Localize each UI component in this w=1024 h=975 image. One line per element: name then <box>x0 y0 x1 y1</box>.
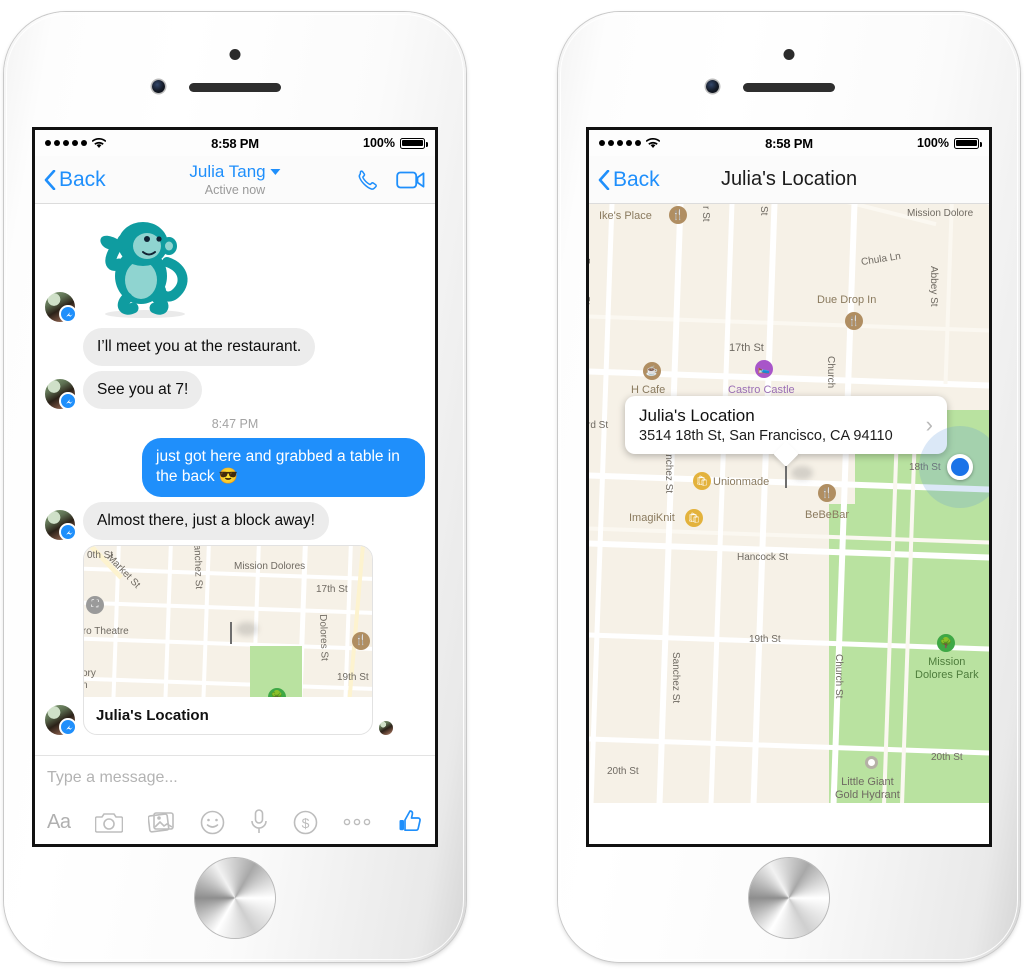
message-input-row[interactable]: Type a message... <box>47 756 423 800</box>
signal-strength-icon <box>45 140 87 146</box>
seen-by-avatar <box>379 720 393 735</box>
restaurant-icon: 🍴 <box>818 484 836 502</box>
photo-library-button[interactable] <box>147 810 176 834</box>
callout-address: 3514 18th St, San Francisco, CA 94110 <box>639 428 893 444</box>
iphone-right-map: 8:58 PM 100% Back Julia's Location Ike's… <box>558 12 1020 962</box>
messenger-badge-icon <box>66 399 73 404</box>
teal-monkey-sticker <box>100 222 188 318</box>
messenger-badge-icon <box>66 724 73 730</box>
caret-down-icon <box>270 169 281 175</box>
message-row: just got here and grabbed a table in the… <box>45 438 425 497</box>
avatar <box>45 292 77 323</box>
location-card-label: Julia's Location <box>96 706 209 724</box>
message-composer: Type a message... Aa $ <box>35 755 435 844</box>
marker-icon <box>865 756 878 769</box>
voice-record-button[interactable] <box>250 809 268 835</box>
front-camera-icon <box>706 80 719 93</box>
message-row-location: 0th St Market St Sanchez St Mission Dolo… <box>45 544 425 736</box>
signal-strength-icon <box>599 140 641 146</box>
message-bubble-incoming[interactable]: Almost there, just a block away! <box>83 501 329 540</box>
message-input-placeholder: Type a message... <box>47 769 178 786</box>
earpiece-speaker <box>743 83 835 92</box>
location-map[interactable]: Ike's Place 🍴 Prosper St r St St Chula L… <box>589 204 989 803</box>
home-button[interactable] <box>195 858 275 938</box>
callout-title: Julia's Location <box>639 406 755 425</box>
restaurant-icon: 🍴 <box>845 312 863 330</box>
proximity-sensor-icon <box>783 49 795 60</box>
location-map-card[interactable]: 0th St Market St Sanchez St Mission Dolo… <box>83 544 373 735</box>
restaurant-icon: 🍴 <box>352 631 370 650</box>
status-bar-left: 8:58 PM 100% <box>35 130 435 156</box>
presence-status: Active now <box>204 183 266 197</box>
message-timestamp: 8:47 PM <box>211 417 259 432</box>
messenger-badge-icon <box>66 312 73 317</box>
video-camera-icon[interactable] <box>396 169 426 191</box>
contact-name: Julia Tang <box>189 162 266 181</box>
museum-icon: ⛶ <box>86 595 104 614</box>
message-row-sticker <box>45 210 425 323</box>
phone-call-icon[interactable] <box>354 168 378 192</box>
message-row: I’ll meet you at the restaurant. <box>45 328 425 367</box>
avatar <box>45 509 77 541</box>
chat-title-block[interactable]: Julia Tang Active now <box>189 162 281 197</box>
wifi-icon <box>92 137 106 149</box>
message-row: See you at 7! <box>45 371 425 411</box>
mini-map: 0th St Market St Sanchez St Mission Dolo… <box>84 545 372 697</box>
back-button[interactable]: Back <box>598 168 660 192</box>
like-thumbs-up-button[interactable] <box>397 809 423 835</box>
location-pin-icon <box>222 608 258 644</box>
battery-percent: 100% <box>917 136 949 150</box>
back-label: Back <box>613 167 660 191</box>
sticker-emoji-button[interactable] <box>200 810 225 835</box>
back-label: Back <box>59 167 106 191</box>
home-button[interactable] <box>749 858 829 938</box>
iphone-left-chat: 8:58 PM 100% Back Julia Tang Active now … <box>4 12 466 962</box>
more-options-button[interactable] <box>342 817 372 827</box>
battery-percent: 100% <box>363 136 395 150</box>
message-bubble-incoming[interactable]: I’ll meet you at the restaurant. <box>83 328 316 367</box>
battery-full-icon <box>954 137 983 149</box>
avatar <box>45 379 77 411</box>
avatar <box>45 704 77 736</box>
message-bubble-outgoing[interactable]: just got here and grabbed a table in the… <box>142 438 425 497</box>
message-row: Almost there, just a block away! <box>45 501 425 541</box>
messenger-badge-icon <box>66 529 73 535</box>
location-callout[interactable]: Julia's Location 3514 18th St, San Franc… <box>625 396 947 467</box>
earpiece-speaker <box>189 83 281 92</box>
text-format-button[interactable]: Aa <box>47 811 71 834</box>
message-thread[interactable]: I’ll meet you at the restaurant. See you… <box>35 204 435 755</box>
back-button[interactable]: Back <box>44 168 106 192</box>
proximity-sensor-icon <box>229 49 241 60</box>
cafe-icon: ☕ <box>643 362 661 380</box>
screen-right: 8:58 PM 100% Back Julia's Location Ike's… <box>589 130 989 844</box>
screenshot-stage: 8:58 PM 100% Back Julia Tang Active now … <box>0 0 1024 975</box>
shopping-icon: 🛍 <box>693 472 711 490</box>
shopping-icon: 🛍 <box>685 509 703 527</box>
composer-toolbar: Aa $ <box>47 800 423 844</box>
lodging-icon: 🛌 <box>755 360 773 378</box>
chat-navbar: Back Julia Tang Active now <box>35 156 435 204</box>
battery-full-icon <box>400 137 429 149</box>
payment-button[interactable]: $ <box>293 810 318 835</box>
camera-button[interactable] <box>95 811 124 834</box>
park-icon: 🌳 <box>937 634 955 652</box>
chevron-right-icon[interactable]: › <box>926 412 933 438</box>
screen-left: 8:58 PM 100% Back Julia Tang Active now … <box>35 130 435 844</box>
svg-text:$: $ <box>301 815 309 831</box>
status-bar-right: 8:58 PM 100% <box>589 130 989 156</box>
status-time: 8:58 PM <box>765 135 813 151</box>
page-title: Julia's Location <box>720 168 858 190</box>
restaurant-icon: 🍴 <box>669 206 687 224</box>
wifi-icon <box>646 137 660 149</box>
message-bubble-incoming[interactable]: See you at 7! <box>83 371 203 410</box>
chevron-left-icon <box>598 169 610 190</box>
user-location-dot <box>947 454 973 480</box>
location-pin-icon[interactable] <box>777 452 813 488</box>
front-camera-icon <box>152 80 165 93</box>
status-time: 8:58 PM <box>211 135 259 151</box>
chevron-left-icon <box>44 169 56 190</box>
map-navbar: Back Julia's Location <box>589 156 989 204</box>
